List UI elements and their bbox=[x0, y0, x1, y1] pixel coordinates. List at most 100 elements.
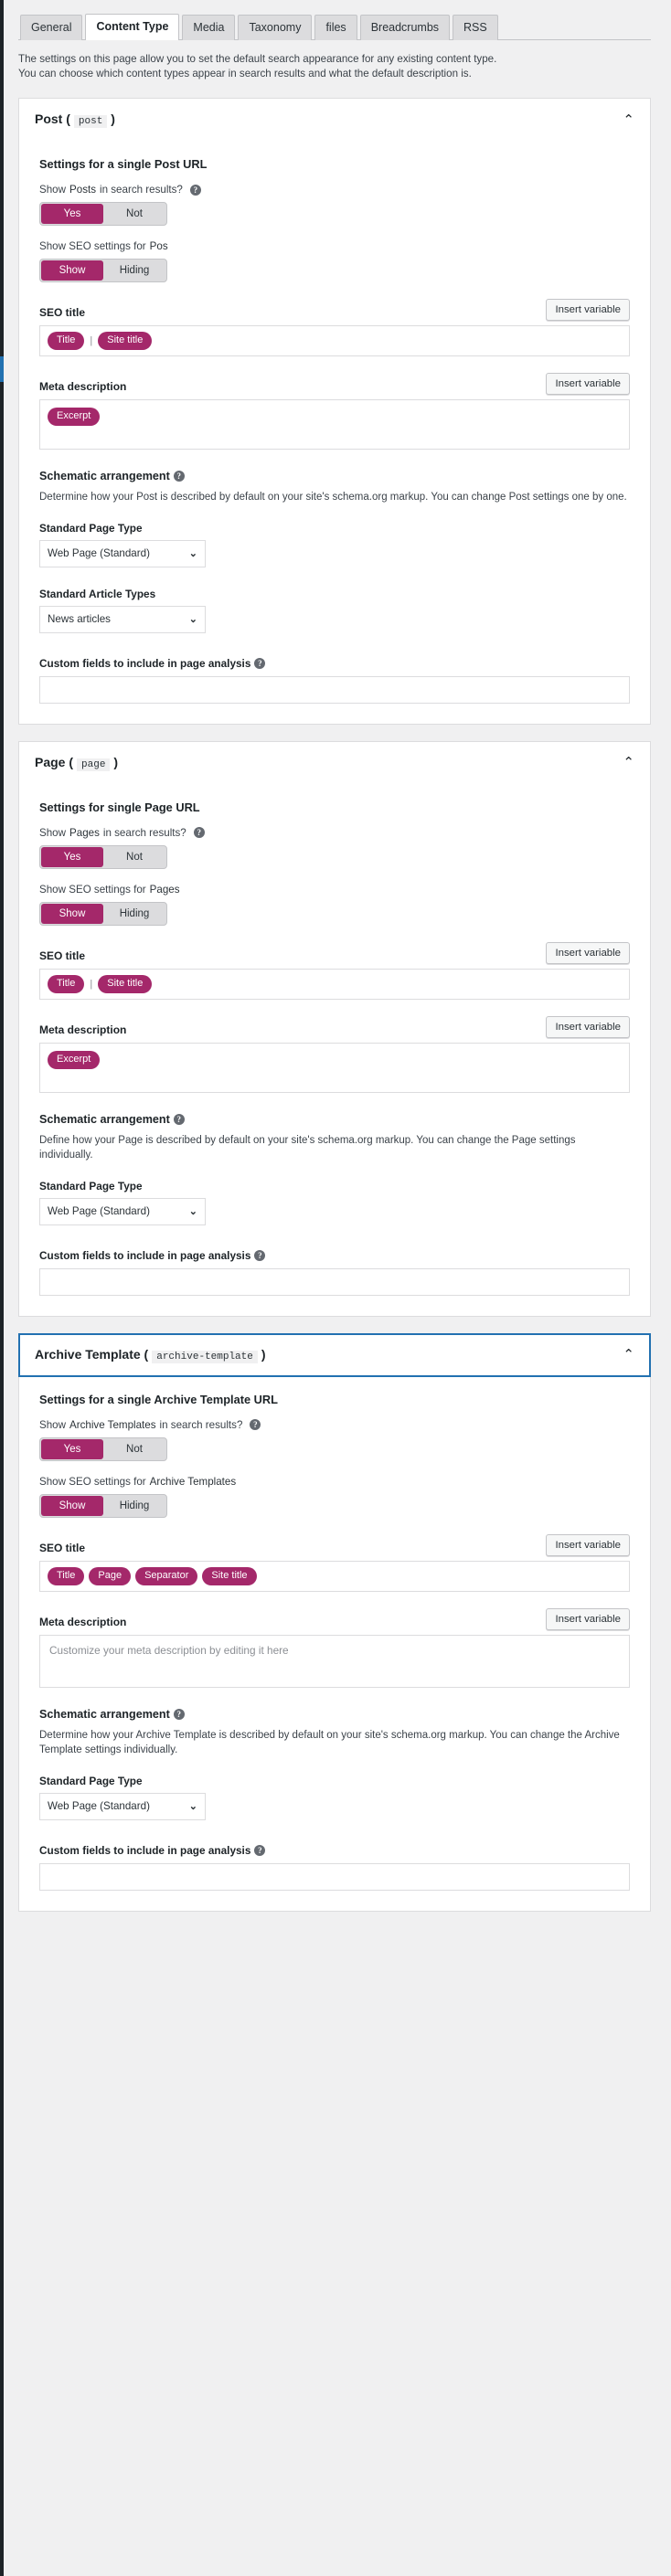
seo-title-row-head: SEO title Insert variable bbox=[39, 297, 630, 321]
help-icon-custom-fields[interactable]: ? bbox=[254, 657, 266, 669]
custom-fields-label: Custom fields to include in page analysi… bbox=[39, 657, 630, 670]
toggle-option-hiding[interactable]: Hiding bbox=[103, 260, 165, 281]
toggle-option-show[interactable]: Show bbox=[41, 260, 103, 281]
schematic-arrangement-text: Schematic arrangement bbox=[39, 1707, 170, 1721]
standard-page-type-select-wrap: Web Page (Standard) ⌄ bbox=[39, 1792, 206, 1820]
variable-pill[interactable]: Excerpt bbox=[48, 1050, 101, 1069]
panel-header-post[interactable]: Post (post) ⌃ bbox=[19, 99, 650, 141]
custom-fields-input[interactable] bbox=[39, 1862, 630, 1891]
panel-title-text: Post ( bbox=[35, 111, 70, 126]
variable-pill[interactable]: Site title bbox=[98, 974, 153, 993]
seo-title-label: SEO title bbox=[39, 1541, 86, 1554]
help-icon-schematic[interactable]: ? bbox=[173, 1708, 185, 1720]
toggle-option-not[interactable]: Not bbox=[103, 847, 165, 867]
page-intro: The settings on this page allow you to s… bbox=[18, 52, 651, 81]
variable-pill[interactable]: Excerpt bbox=[48, 408, 101, 426]
custom-fields-input[interactable] bbox=[39, 1267, 630, 1296]
meta-description-input[interactable]: Customize your meta description by editi… bbox=[39, 1634, 630, 1688]
standard-page-type-select[interactable]: Web Page (Standard) bbox=[39, 1792, 206, 1820]
insert-variable-button-seo-title[interactable]: Insert variable bbox=[546, 299, 630, 321]
panel-title-archive-template: Archive Template (archive-template) bbox=[35, 1347, 266, 1363]
chevron-up-icon[interactable]: ⌃ bbox=[623, 113, 634, 127]
variable-pill[interactable]: Separator bbox=[135, 1566, 198, 1585]
toggle-option-show[interactable]: Show bbox=[41, 903, 103, 924]
label-prefix: Show SEO settings for bbox=[39, 240, 146, 252]
label-prefix: Show bbox=[39, 826, 67, 839]
help-icon-search-results[interactable]: ? bbox=[189, 184, 201, 196]
label-content-type: Archive Templates bbox=[69, 1418, 156, 1431]
toggle-option-show[interactable]: Show bbox=[41, 1495, 103, 1516]
toggle-option-hiding[interactable]: Hiding bbox=[103, 904, 165, 924]
toggle-option-yes[interactable]: Yes bbox=[41, 846, 103, 867]
settings-heading: Settings for single Page URL bbox=[39, 800, 200, 814]
standard-page-type-select[interactable]: Web Page (Standard) bbox=[39, 1197, 206, 1225]
help-icon-schematic[interactable]: ? bbox=[173, 1113, 185, 1125]
help-icon-custom-fields[interactable]: ? bbox=[254, 1249, 266, 1261]
insert-variable-button-meta-description[interactable]: Insert variable bbox=[546, 373, 630, 395]
panel-slug: page bbox=[77, 758, 111, 771]
meta-description-label: Meta description bbox=[39, 1615, 127, 1628]
custom-fields-text: Custom fields to include in page analysi… bbox=[39, 656, 251, 670]
variable-pill[interactable]: Page bbox=[89, 1566, 132, 1585]
help-icon-custom-fields[interactable]: ? bbox=[254, 1844, 266, 1856]
tab-content-type[interactable]: Content Type bbox=[85, 14, 180, 40]
variable-pill[interactable]: Title bbox=[48, 1566, 85, 1585]
chevron-up-icon[interactable]: ⌃ bbox=[623, 756, 634, 769]
standard-article-types-select[interactable]: News articles bbox=[39, 605, 206, 633]
standard-article-types-label: Standard Article Types bbox=[39, 587, 156, 600]
seo-title-input[interactable]: Title | Site title bbox=[39, 968, 630, 1000]
toggle-option-yes[interactable]: Yes bbox=[41, 1438, 103, 1459]
show-seo-settings-label: Show SEO settings for Pages bbox=[39, 884, 630, 896]
toggle-show-seo-settings: Show Hiding bbox=[39, 259, 167, 282]
panel-slug: post bbox=[73, 115, 108, 128]
separator-glyph: | bbox=[90, 978, 93, 990]
panel-header-page[interactable]: Page (page) ⌃ bbox=[19, 742, 650, 784]
toggle-show-seo-settings: Show Hiding bbox=[39, 901, 167, 926]
label-prefix: Show bbox=[39, 184, 67, 196]
seo-title-input[interactable]: Title Page Separator Site title bbox=[39, 1560, 630, 1592]
tab-taxonomy[interactable]: Taxonomy bbox=[238, 15, 313, 40]
tab-media[interactable]: Media bbox=[182, 15, 236, 40]
schematic-arrangement-description: Define how your Page is described by def… bbox=[39, 1134, 576, 1161]
panel-archive-template: Archive Template (archive-template) ⌃ Sett… bbox=[18, 1332, 651, 1912]
tab-general[interactable]: General bbox=[20, 15, 83, 40]
tab-files[interactable]: files bbox=[314, 15, 357, 40]
custom-fields-input[interactable] bbox=[39, 675, 630, 704]
toggle-option-not[interactable]: Not bbox=[103, 1439, 165, 1459]
panel-title-close: ) bbox=[113, 754, 119, 769]
panel-body-page: Settings for single Page URL Show Pages in … bbox=[19, 784, 650, 1316]
toggle-option-hiding[interactable]: Hiding bbox=[103, 1496, 165, 1516]
label-content-type: Pages bbox=[149, 883, 180, 896]
toggle-option-not[interactable]: Not bbox=[103, 204, 165, 224]
help-icon-schematic[interactable]: ? bbox=[173, 471, 185, 482]
show-seo-settings-label: Show SEO settings for Pos bbox=[39, 240, 630, 252]
standard-page-type-select[interactable]: Web Page (Standard) bbox=[39, 539, 206, 567]
meta-description-input[interactable]: Excerpt bbox=[39, 1042, 630, 1093]
label-content-type: Pos bbox=[149, 240, 168, 252]
tab-rss[interactable]: RSS bbox=[453, 15, 498, 40]
help-icon-search-results[interactable]: ? bbox=[250, 1419, 261, 1430]
insert-variable-button-meta-description[interactable]: Insert variable bbox=[546, 1015, 630, 1038]
panel-title-text: Page ( bbox=[35, 754, 74, 769]
variable-pill[interactable]: Site title bbox=[98, 332, 153, 350]
insert-variable-button-meta-description[interactable]: Insert variable bbox=[546, 1607, 630, 1630]
variable-pill[interactable]: Title bbox=[48, 332, 85, 350]
help-icon-search-results[interactable]: ? bbox=[193, 827, 205, 838]
seo-title-input[interactable]: Title | Site title bbox=[39, 325, 630, 356]
variable-pill[interactable]: Site title bbox=[202, 1566, 257, 1585]
insert-variable-button-seo-title[interactable]: Insert variable bbox=[546, 1533, 630, 1556]
meta-description-input[interactable]: Excerpt bbox=[39, 399, 630, 450]
standard-page-type-label: Standard Page Type bbox=[39, 1774, 143, 1787]
panel-header-archive-template[interactable]: Archive Template (archive-template) ⌃ bbox=[18, 1332, 651, 1377]
variable-pill[interactable]: Title bbox=[48, 974, 85, 993]
schematic-arrangement-title: Schematic arrangement? bbox=[39, 1113, 630, 1126]
label-suffix: in search results? bbox=[159, 1418, 243, 1431]
insert-variable-button-seo-title[interactable]: Insert variable bbox=[546, 941, 630, 964]
custom-fields-label: Custom fields to include in page analysi… bbox=[39, 1844, 630, 1857]
chevron-up-icon[interactable]: ⌃ bbox=[623, 1348, 634, 1362]
label-suffix: in search results? bbox=[102, 826, 186, 839]
toggle-option-yes[interactable]: Yes bbox=[41, 204, 103, 224]
show-in-search-label: Show Pages in search results?? bbox=[39, 827, 630, 839]
tab-breadcrumbs[interactable]: Breadcrumbs bbox=[359, 15, 451, 40]
meta-description-label: Meta description bbox=[39, 380, 127, 393]
